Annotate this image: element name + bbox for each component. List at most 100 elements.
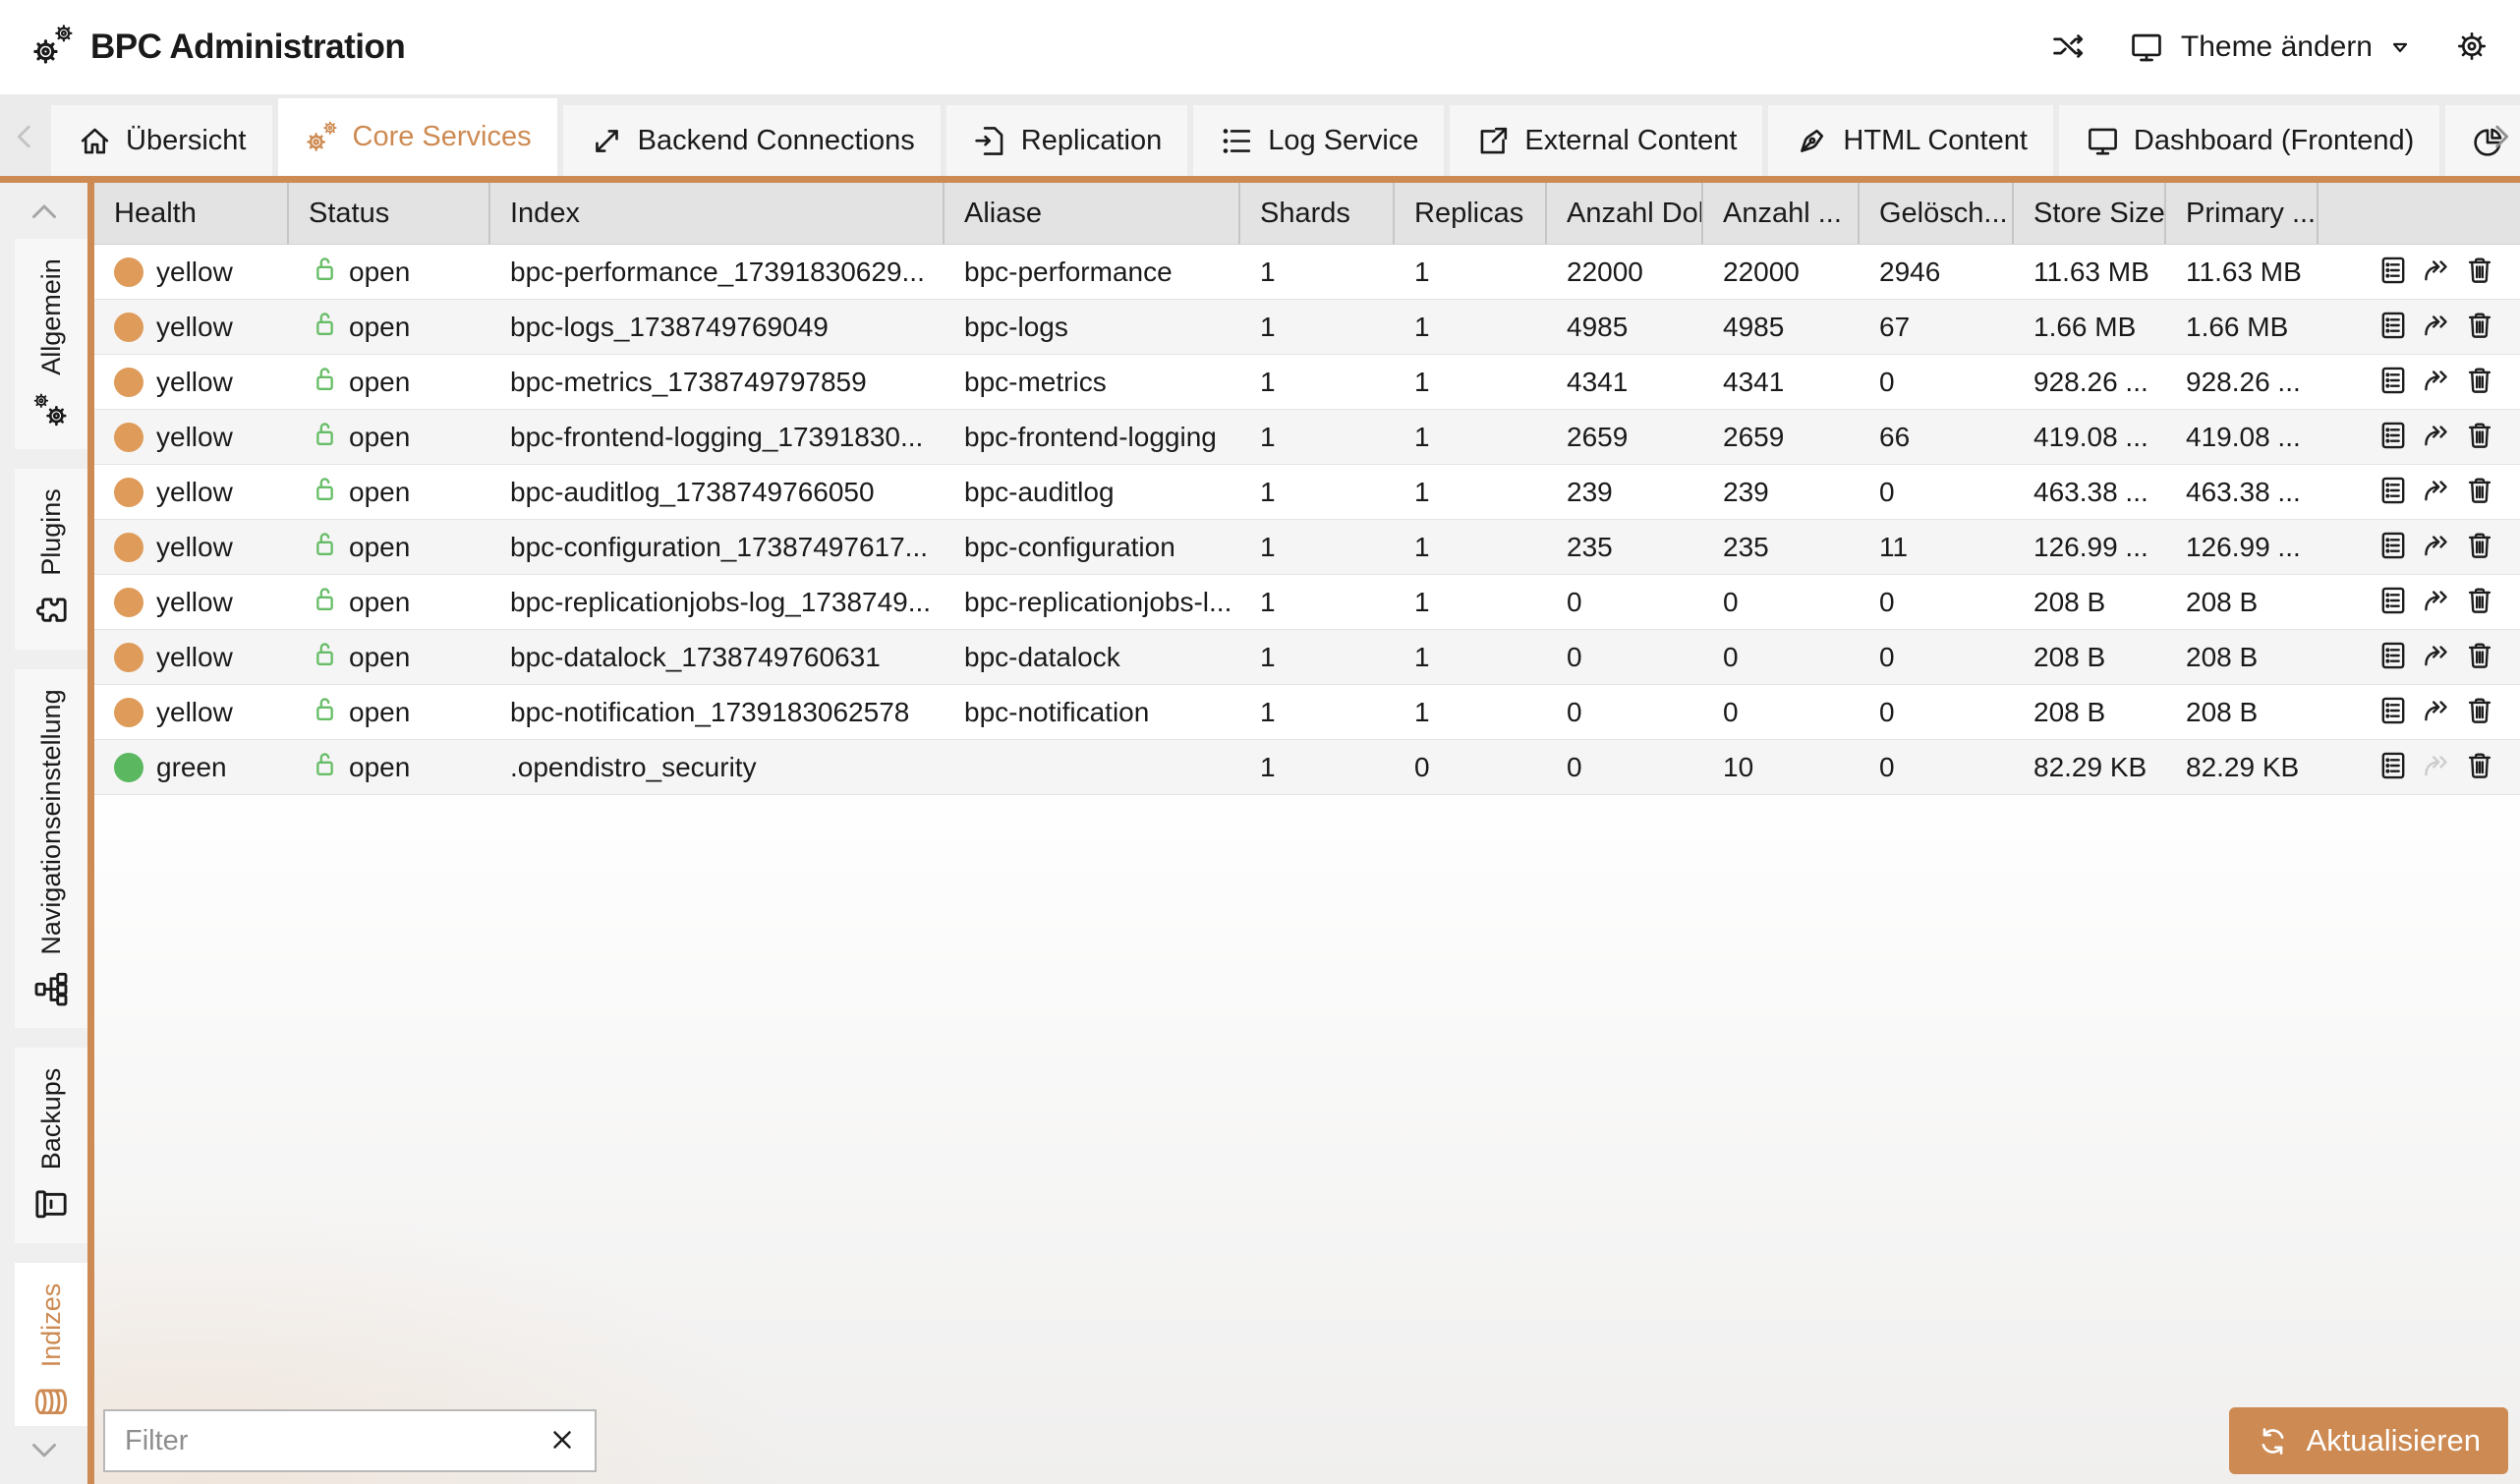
health-dot <box>114 257 143 287</box>
column-header-docs2[interactable]: Anzahl ... <box>1703 183 1860 244</box>
column-header-shards[interactable]: Shards <box>1240 183 1395 244</box>
details-button[interactable] <box>2377 749 2410 785</box>
details-button[interactable] <box>2377 584 2410 620</box>
external-link-icon <box>1475 123 1512 159</box>
column-header-primary[interactable]: Primary ... <box>2166 183 2319 244</box>
table-row[interactable]: yellowopenbpc-frontend-logging_17391830.… <box>94 410 2520 465</box>
clear-filter-button[interactable] <box>547 1425 577 1457</box>
share-button[interactable] <box>2420 309 2453 345</box>
cell-shards: 1 <box>1240 300 1395 354</box>
cell-health: yellow <box>94 245 289 299</box>
table-row[interactable]: yellowopenbpc-datalock_1738749760631bpc-… <box>94 630 2520 685</box>
trash-icon <box>2463 474 2496 507</box>
details-button[interactable] <box>2377 419 2410 455</box>
sidebar-item-allgemein[interactable]: Allgemein <box>15 239 87 449</box>
sidebar-scroll-up-button[interactable] <box>27 195 62 233</box>
delete-button[interactable] <box>2463 364 2496 400</box>
header-actions: Theme ändern <box>2049 28 2491 68</box>
details-button[interactable] <box>2377 254 2410 290</box>
table-row[interactable]: yellowopenbpc-performance_17391830629...… <box>94 245 2520 300</box>
table-row[interactable]: yellowopenbpc-auditlog_1738749766050bpc-… <box>94 465 2520 520</box>
delete-button[interactable] <box>2463 694 2496 730</box>
tab-external-content[interactable]: External Content <box>1450 105 1762 176</box>
refresh-button[interactable]: Aktualisieren <box>2229 1407 2508 1474</box>
cell-docs2: 2659 <box>1703 410 1860 464</box>
tabs-scroll-right-button[interactable] <box>2485 120 2518 156</box>
tabs-scroll-left-button[interactable] <box>8 120 41 156</box>
sidebar-item-backups[interactable]: Backups <box>15 1048 87 1243</box>
tab-übersicht[interactable]: Übersicht <box>51 105 272 176</box>
cell-status: open <box>289 300 490 354</box>
details-button[interactable] <box>2377 639 2410 675</box>
column-header-index[interactable]: Index <box>490 183 945 244</box>
share-button[interactable] <box>2420 694 2453 730</box>
cell-store: 208 B <box>2014 630 2166 684</box>
cell-store: 11.63 MB <box>2014 245 2166 299</box>
tab-replication[interactable]: Replication <box>946 105 1187 176</box>
column-header-status[interactable]: Status <box>289 183 490 244</box>
chevron-up-icon <box>27 195 62 230</box>
tab-dashboard-frontend[interactable]: Dashboard (Frontend) <box>2059 105 2439 176</box>
sidebar-item-indizes[interactable]: Indizes <box>15 1263 87 1426</box>
theme-switcher[interactable]: Theme ändern <box>2128 29 2412 66</box>
cell-docs: 4341 <box>1547 355 1703 409</box>
cell-health: yellow <box>94 355 289 409</box>
tab-core-services[interactable]: Core Services <box>278 98 557 176</box>
table-row[interactable]: yellowopenbpc-notification_1739183062578… <box>94 685 2520 740</box>
details-button[interactable] <box>2377 364 2410 400</box>
details-button[interactable] <box>2377 694 2410 730</box>
cell-docs: 4985 <box>1547 300 1703 354</box>
sidebar-item-plugins[interactable]: Plugins <box>15 469 87 650</box>
table-row[interactable]: yellowopenbpc-replicationjobs-log_173874… <box>94 575 2520 630</box>
column-header-replicas[interactable]: Replicas <box>1395 183 1547 244</box>
cell-shards: 1 <box>1240 355 1395 409</box>
trash-icon <box>2463 639 2496 672</box>
delete-button[interactable] <box>2463 639 2496 675</box>
delete-button[interactable] <box>2463 309 2496 345</box>
cell-deleted: 0 <box>1860 355 2014 409</box>
lock-open-icon <box>309 748 341 780</box>
column-header-docs[interactable]: Anzahl Dok <box>1547 183 1703 244</box>
column-header-deleted[interactable]: Gelösch... <box>1860 183 2014 244</box>
column-header-actions[interactable] <box>2319 183 2520 244</box>
tab-html-content[interactable]: HTML Content <box>1768 105 2053 176</box>
share-button[interactable] <box>2420 419 2453 455</box>
table-row[interactable]: yellowopenbpc-metrics_1738749797859bpc-m… <box>94 355 2520 410</box>
tab-label: Core Services <box>353 121 532 153</box>
table-row[interactable]: yellowopenbpc-configuration_17387497617.… <box>94 520 2520 575</box>
tab-label: HTML Content <box>1843 125 2028 157</box>
filter-input[interactable] <box>123 1424 547 1458</box>
tab-log-service[interactable]: Log Service <box>1193 105 1444 176</box>
settings-button[interactable] <box>2453 28 2491 68</box>
shuffle-button[interactable] <box>2049 28 2087 68</box>
cell-health: yellow <box>94 685 289 739</box>
table-row[interactable]: yellowopenbpc-logs_1738749769049bpc-logs… <box>94 300 2520 355</box>
sidebar-scroll-down-button[interactable] <box>27 1432 62 1470</box>
delete-button[interactable] <box>2463 529 2496 565</box>
cell-alias: bpc-notification <box>945 685 1240 739</box>
column-header-store[interactable]: Store Size <box>2014 183 2166 244</box>
share-button[interactable] <box>2420 529 2453 565</box>
share-button[interactable] <box>2420 254 2453 290</box>
details-button[interactable] <box>2377 309 2410 345</box>
share-button[interactable] <box>2420 584 2453 620</box>
cell-store: 928.26 ... <box>2014 355 2166 409</box>
column-header-health[interactable]: Health <box>94 183 289 244</box>
cell-docs: 22000 <box>1547 245 1703 299</box>
cell-docs2: 235 <box>1703 520 1860 574</box>
details-button[interactable] <box>2377 474 2410 510</box>
share-button[interactable] <box>2420 364 2453 400</box>
cell-docs: 0 <box>1547 630 1703 684</box>
tab-backend-connections[interactable]: Backend Connections <box>563 105 941 176</box>
column-header-alias[interactable]: Aliase <box>945 183 1240 244</box>
share-button[interactable] <box>2420 474 2453 510</box>
delete-button[interactable] <box>2463 584 2496 620</box>
delete-button[interactable] <box>2463 254 2496 290</box>
share-button[interactable] <box>2420 639 2453 675</box>
delete-button[interactable] <box>2463 419 2496 455</box>
sidebar-item-navigationseinstellung[interactable]: Navigationseinstellung <box>15 669 87 1028</box>
delete-button[interactable] <box>2463 749 2496 785</box>
details-button[interactable] <box>2377 529 2410 565</box>
delete-button[interactable] <box>2463 474 2496 510</box>
table-row[interactable]: greenopen.opendistro_security10010082.29… <box>94 740 2520 795</box>
